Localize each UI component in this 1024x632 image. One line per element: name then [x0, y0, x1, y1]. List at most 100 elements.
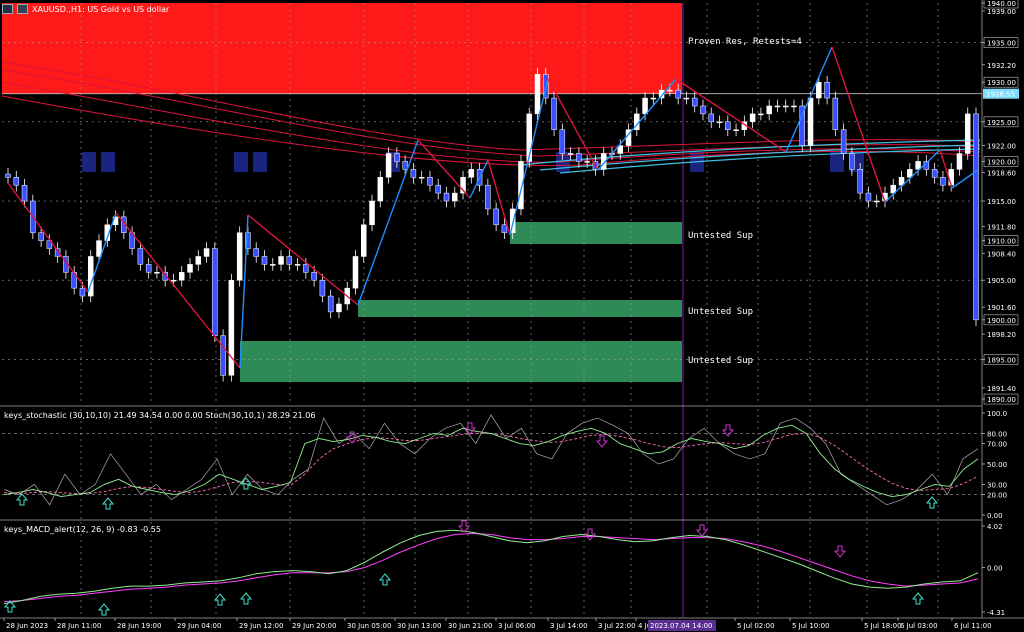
time-axis-label: 5 Jul 02:00 [737, 622, 775, 630]
candle-body [675, 89, 681, 99]
candle-body [567, 153, 574, 155]
price-axis-label: 1895.00 [987, 356, 1016, 364]
candle-body [212, 248, 218, 336]
candle-body [203, 248, 210, 257]
candle-body [948, 169, 954, 186]
candle-body [708, 113, 714, 123]
stoch-sell-arrow-icon [595, 435, 609, 448]
candle-body [733, 129, 739, 131]
stochastic-header: keys_stochastic (30,10,10) 21.49 34.54 0… [4, 411, 315, 420]
zigzag-segment [417, 139, 471, 199]
candle-body [236, 232, 243, 281]
macd-sell-arrow-icon [695, 524, 709, 537]
current-price-tag: 1928.55 [986, 91, 1015, 99]
candle-body [642, 97, 648, 115]
price-axis-label: 1900.00 [987, 317, 1016, 325]
candle-body [931, 169, 938, 178]
price-axis-label: 1922.00 [987, 143, 1016, 151]
macd-axis-label: 0.00 [987, 565, 1003, 573]
chart-title: XAUUSD.,H1: US Gold vs US dollar [32, 4, 170, 14]
candle-body [667, 89, 673, 92]
candle-body [195, 256, 202, 265]
candle-body [840, 129, 847, 154]
chart-title-bar: XAUUSD.,H1: US Gold vs US dollar [2, 2, 169, 16]
session-marker [253, 152, 267, 172]
price-axis-label: 1891.40 [987, 385, 1016, 393]
candle-body [278, 256, 284, 265]
support-zone-2 [358, 300, 682, 317]
stoch-axis-label: 70.00 [987, 441, 1007, 449]
macd-axis-label: 4.02 [987, 523, 1003, 531]
time-axis-label: 30 Jun 13:00 [397, 622, 441, 630]
price-axis-label: 1939.00 [987, 8, 1016, 16]
time-axis-label: 6 Jul 11:00 [954, 622, 992, 630]
candle-body [816, 81, 822, 99]
price-axis-label: 1898.20 [987, 331, 1016, 339]
time-axis-label: 3 Jul 06:00 [498, 622, 536, 630]
candle-body [361, 224, 367, 257]
stoch-axis-label: 30.00 [987, 481, 1007, 489]
candle-body [154, 272, 160, 274]
candle-body [253, 248, 259, 257]
candle-body [782, 105, 789, 108]
support-zone-label-1: Untested Sup [688, 231, 753, 241]
price-axis-label: 1940.00 [987, 0, 1016, 8]
candle-body [5, 173, 11, 178]
time-axis-label: 6 Jul 03:00 [900, 622, 938, 630]
candle-body [145, 264, 152, 273]
candle-body [857, 169, 863, 194]
candle-body [791, 105, 797, 108]
candle-body [303, 264, 309, 273]
candle-body [716, 121, 723, 124]
stoch-axis-label: 0.00 [987, 512, 1003, 520]
time-axis-label: 29 Jun 12:00 [239, 622, 283, 630]
candle-body [443, 192, 450, 202]
candle-body [584, 161, 590, 163]
candle-body [410, 169, 417, 178]
price-axis-label: 1901.60 [987, 304, 1016, 312]
candle-body [964, 113, 971, 154]
time-axis-label: 3 Jul 14:00 [550, 622, 588, 630]
candle-body [377, 177, 384, 202]
candle-body [468, 169, 475, 178]
price-axis-label: 1905.00 [987, 277, 1016, 285]
chart-canvas[interactable]: Proven Res, Retests=4 Untested Sup Untes… [0, 0, 1024, 632]
candle-body [286, 256, 293, 265]
stochastic-panel: 100.0 80.00 70.00 50.00 30.00 20.00 0.00 [2, 410, 1007, 520]
session-marker [101, 152, 115, 172]
candle-body [683, 97, 690, 100]
candle-body [352, 256, 359, 289]
zigzag-layer [7, 46, 979, 369]
candle-body [576, 153, 582, 162]
candle-body [824, 81, 830, 99]
candle-body [749, 113, 756, 123]
chart-window[interactable]: XAUUSD.,H1: US Gold vs US dollar Proven … [0, 0, 1024, 632]
tool-icon[interactable] [17, 4, 28, 14]
candle-body [79, 287, 86, 297]
macd-sell-arrow-icon [457, 520, 471, 533]
price-axis-label: 1935.00 [987, 40, 1016, 48]
price-axis-label: 1915.00 [987, 198, 1016, 206]
zigzag-segment [115, 212, 241, 369]
resistance-zone-label: Proven Res, Retests=4 [688, 37, 802, 47]
stoch-axis-label: 20.00 [987, 492, 1007, 500]
candle-body [170, 279, 177, 282]
zones-layer [2, 3, 864, 382]
candle-body [311, 272, 317, 281]
candle-body [873, 200, 880, 203]
stoch-sell-arrow-icon [721, 424, 735, 437]
macd-buy-arrow-icon [239, 592, 253, 605]
candle-body [402, 161, 408, 170]
candle-body [849, 153, 855, 170]
time-axis-label: 29 Jun 04:00 [177, 622, 221, 630]
candle-body [865, 192, 872, 202]
stoch-axis-label: 50.00 [987, 461, 1007, 469]
stoch-raw-line [3, 414, 979, 506]
stoch-axis-label: 100.0 [987, 410, 1007, 418]
candle-body [270, 264, 276, 266]
stoch-sell-arrow-icon [463, 422, 477, 435]
candle-body [178, 272, 185, 281]
chart-window-icon[interactable] [2, 4, 13, 14]
candle-body [725, 121, 731, 130]
support-zone-label-2: Untested Sup [688, 307, 753, 317]
